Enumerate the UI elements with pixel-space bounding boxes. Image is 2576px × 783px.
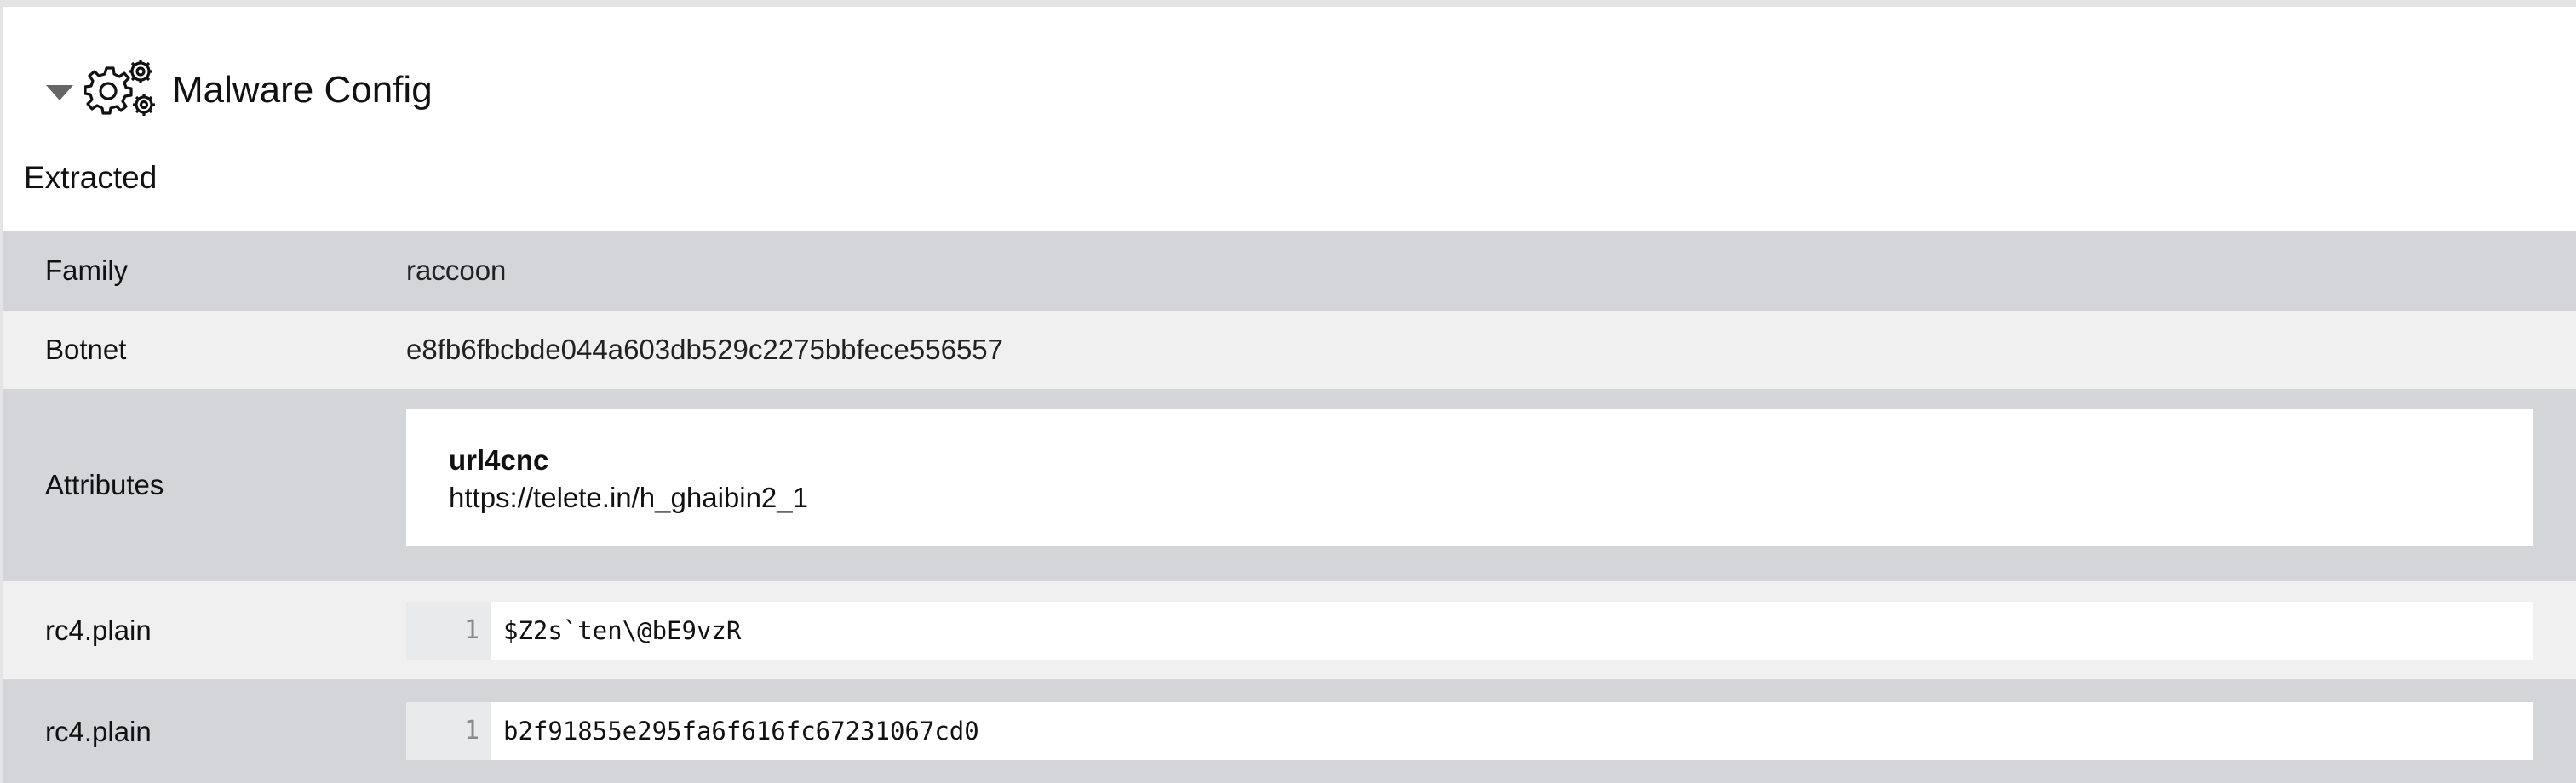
config-row-rc4-plain: rc4.plain 1 $Z2s`ten\@bE9vzR <box>3 581 2576 679</box>
row-label: Botnet <box>45 334 127 365</box>
code-line: b2f91855e295fa6f616fc67231067cd0 <box>503 717 979 746</box>
row-label: Family <box>45 254 129 286</box>
line-number: 1 <box>463 615 479 645</box>
config-row-botnet: Botnet e8fb6fbcbde044a603db529c2275bbfec… <box>3 311 2576 389</box>
malware-config-panel: Malware Config Extracted Family raccoon … <box>3 7 2576 783</box>
section-title: Malware Config <box>172 69 433 111</box>
config-row-rc4-plain: rc4.plain 1 b2f91855e295fa6f616fc6723106… <box>3 679 2576 783</box>
line-number: 1 <box>463 716 479 746</box>
attributes-box: url4cnc https://telete.in/h_ghaibin2_1 <box>406 409 2533 546</box>
attribute-key: url4cnc <box>449 444 549 476</box>
row-label: rc4.plain <box>45 716 152 747</box>
gears-icon <box>84 60 155 116</box>
row-value: raccoon <box>406 254 507 286</box>
line-number-gutter: 1 <box>406 602 491 660</box>
config-row-family: Family raccoon <box>3 231 2576 311</box>
row-label: rc4.plain <box>45 614 152 646</box>
caret-down-icon[interactable] <box>46 85 73 100</box>
section-header: Malware Config Extracted <box>3 7 2576 195</box>
code-block: 1 $Z2s`ten\@bE9vzR <box>406 602 2533 660</box>
code-line: $Z2s`ten\@bE9vzR <box>503 616 742 645</box>
code-block: 1 b2f91855e295fa6f616fc67231067cd0 <box>406 702 2533 760</box>
config-row-attributes: Attributes url4cnc https://telete.in/h_g… <box>3 389 2576 581</box>
section-subtitle: Extracted <box>24 160 158 195</box>
row-value: e8fb6fbcbde044a603db529c2275bbfece556557 <box>406 334 1004 365</box>
attribute-value: https://telete.in/h_ghaibin2_1 <box>449 482 808 513</box>
line-number-gutter: 1 <box>406 702 491 760</box>
row-label: Attributes <box>45 469 164 500</box>
